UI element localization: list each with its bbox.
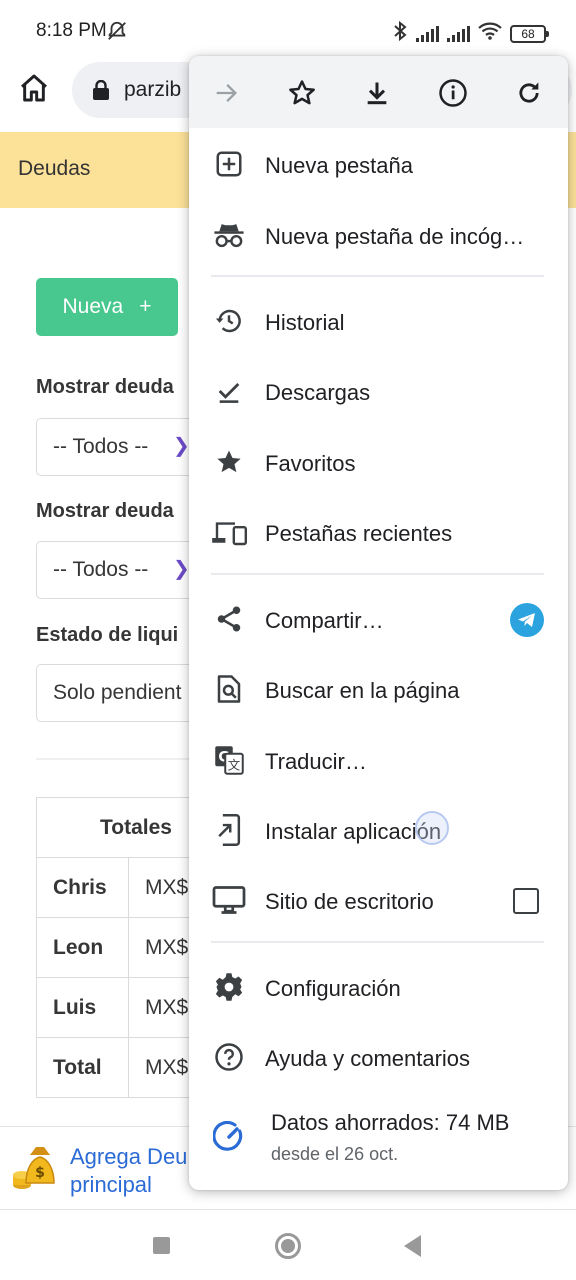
forward-icon[interactable] bbox=[209, 76, 243, 110]
svg-text:$: $ bbox=[35, 1165, 45, 1181]
info-icon[interactable] bbox=[436, 76, 470, 110]
telegram-icon[interactable] bbox=[510, 603, 544, 637]
menu-item-translate[interactable]: G文 Traducir… bbox=[189, 725, 568, 795]
filter1-value: -- Todos -- bbox=[53, 435, 149, 458]
menu-item-label: Ayuda y comentarios bbox=[265, 1046, 471, 1071]
menu-divider bbox=[211, 573, 544, 575]
touch-ripple bbox=[415, 811, 449, 845]
system-nav-bar bbox=[0, 1212, 576, 1280]
back-button[interactable] bbox=[404, 1235, 421, 1257]
plus-icon: + bbox=[139, 295, 152, 318]
filter2-label: Mostrar deuda bbox=[36, 500, 174, 522]
home-button[interactable] bbox=[275, 1233, 301, 1259]
incognito-icon bbox=[211, 218, 247, 252]
page-title: Deudas bbox=[18, 157, 91, 180]
chevron-down-icon: ❯ bbox=[173, 558, 190, 580]
svg-text:文: 文 bbox=[228, 757, 241, 772]
filter3-select[interactable]: Solo pendient bbox=[36, 664, 206, 722]
home-icon[interactable] bbox=[18, 72, 54, 108]
menu-item-label: Descargas bbox=[265, 380, 371, 405]
speedometer-icon bbox=[211, 1120, 247, 1154]
menu-item-incognito[interactable]: Nueva pestaña de incóg… bbox=[189, 200, 568, 270]
menu-item-label: Configuración bbox=[265, 976, 401, 1001]
share-icon bbox=[211, 602, 247, 636]
banner-line2: principal bbox=[70, 1172, 152, 1197]
signal-2-icon bbox=[447, 25, 470, 42]
menu-item-label: Pestañas recientes bbox=[265, 521, 453, 546]
translate-icon: G文 bbox=[211, 743, 247, 777]
signal-icon bbox=[416, 25, 439, 42]
menu-item-share[interactable]: Compartir… bbox=[189, 584, 568, 654]
lock-icon[interactable] bbox=[92, 79, 110, 105]
filter1-label: Mostrar deuda bbox=[36, 376, 174, 398]
new-debt-button[interactable]: Nueva + bbox=[36, 278, 178, 336]
menu-item-label: Nueva pestaña bbox=[265, 153, 413, 178]
browser-overflow-menu: Nueva pestaña Nueva pestaña de incóg… Hi… bbox=[189, 56, 568, 1190]
filter2-select[interactable]: -- Todos -- ❯ bbox=[36, 541, 206, 599]
menu-item-recent-tabs[interactable]: Pestañas recientes bbox=[189, 497, 568, 567]
menu-item-downloads[interactable]: Descargas bbox=[189, 356, 568, 426]
bluetooth-icon bbox=[392, 20, 408, 47]
desktop-icon bbox=[211, 883, 247, 917]
status-bar: 8:18 PM 68 bbox=[0, 0, 576, 62]
new-tab-icon bbox=[211, 147, 247, 181]
status-time: 8:18 PM bbox=[36, 20, 107, 41]
bell-muted-icon bbox=[106, 20, 128, 47]
desktop-site-checkbox[interactable] bbox=[513, 888, 539, 914]
menu-item-label: Historial bbox=[265, 310, 345, 335]
star-outline-icon[interactable] bbox=[285, 76, 319, 110]
gear-icon bbox=[211, 970, 247, 1004]
data-saved-amount: Datos ahorrados: 74 MB bbox=[271, 1110, 510, 1135]
menu-action-row bbox=[189, 56, 568, 128]
new-debt-label: Nueva bbox=[62, 295, 124, 318]
devices-icon bbox=[211, 515, 247, 549]
battery-icon: 68 bbox=[510, 24, 549, 43]
filter3-label: Estado de liqui bbox=[36, 624, 179, 646]
recents-button[interactable] bbox=[153, 1237, 170, 1254]
menu-item-label: Nueva pestaña de incóg… bbox=[265, 224, 525, 249]
filter1-select[interactable]: -- Todos -- ❯ bbox=[36, 418, 206, 476]
menu-item-install-app[interactable]: Instalar aplicación bbox=[189, 795, 568, 865]
download-icon[interactable] bbox=[360, 76, 394, 110]
banner-line1: Agrega Deu bbox=[70, 1144, 188, 1169]
menu-item-new-tab[interactable]: Nueva pestaña bbox=[189, 129, 568, 199]
divider bbox=[36, 758, 196, 760]
menu-item-label: Favoritos bbox=[265, 451, 356, 476]
help-icon bbox=[211, 1040, 247, 1074]
menu-divider bbox=[211, 275, 544, 277]
find-in-page-icon bbox=[211, 672, 247, 706]
filter2-value: -- Todos -- bbox=[53, 558, 149, 581]
filter3-value: Solo pendient bbox=[53, 681, 182, 704]
refresh-icon[interactable] bbox=[512, 76, 546, 110]
chevron-down-icon: ❯ bbox=[173, 435, 190, 457]
menu-item-bookmarks[interactable]: Favoritos bbox=[189, 427, 568, 497]
menu-item-label: Compartir… bbox=[265, 608, 384, 633]
downloads-check-icon bbox=[211, 374, 247, 408]
menu-item-settings[interactable]: Configuración bbox=[189, 952, 568, 1022]
money-bag-icon: $ bbox=[10, 1143, 60, 1198]
menu-item-label: Sitio de escritorio bbox=[265, 889, 434, 914]
menu-item-desktop-site[interactable]: Sitio de escritorio bbox=[189, 865, 568, 935]
wifi-icon bbox=[478, 22, 502, 45]
history-icon bbox=[211, 304, 247, 338]
menu-item-help[interactable]: Ayuda y comentarios bbox=[189, 1022, 568, 1092]
menu-divider bbox=[211, 941, 544, 943]
menu-item-find-in-page[interactable]: Buscar en la página bbox=[189, 654, 568, 724]
menu-item-data-saved[interactable]: Datos ahorrados: 74 MB desde el 26 oct. bbox=[189, 1092, 568, 1182]
data-saved-since: desde el 26 oct. bbox=[271, 1144, 399, 1164]
menu-item-label: Buscar en la página bbox=[265, 678, 460, 703]
install-app-icon bbox=[211, 813, 247, 847]
menu-item-history[interactable]: Historial bbox=[189, 286, 568, 356]
url-text[interactable]: parzib bbox=[124, 78, 181, 102]
star-icon bbox=[211, 445, 247, 479]
menu-item-label: Traducir… bbox=[265, 749, 367, 774]
